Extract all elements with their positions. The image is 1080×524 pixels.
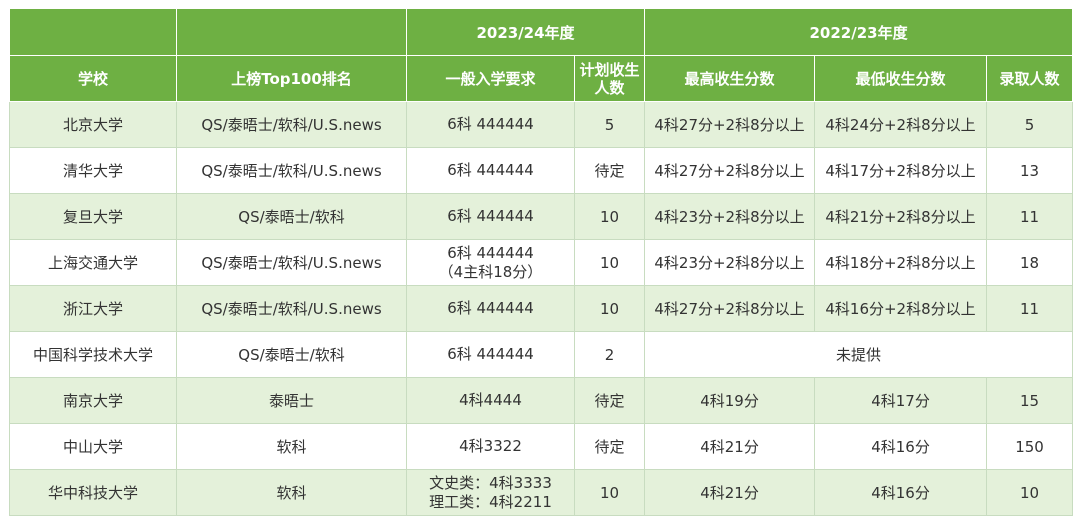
table-row: 华中科技大学 软科 文史类：4科3333 理工类：4科2211 10 4科21分… [9, 469, 1074, 516]
col-header-plan-line2: 人数 [594, 78, 625, 97]
cell-school: 北京大学 [9, 101, 177, 148]
header-empty-cell [176, 8, 407, 56]
cell-admitted: 5 [986, 101, 1074, 148]
header-year-2023-24: 2023/24年度 [405, 8, 646, 56]
col-header-plan-line1: 计划收生 [579, 60, 640, 79]
cell-admitted: 13 [986, 147, 1074, 194]
col-header-school: 学校 [9, 55, 177, 102]
cell-requirement-line: 4科3322 [459, 437, 522, 455]
col-header-max-score: 最高收生分数 [644, 55, 816, 102]
table-row: 北京大学 QS/泰晤士/软科/U.S.news 6科 444444 5 4科27… [9, 101, 1074, 148]
cell-requirement-line: 理工类：4科2211 [429, 492, 552, 511]
cell-plan: 5 [573, 101, 646, 148]
cell-requirement: 文史类：4科3333 理工类：4科2211 [406, 469, 575, 516]
cell-admitted: 11 [986, 193, 1074, 240]
cell-min-score: 4科18分+2科8分以上 [814, 239, 988, 286]
cell-max-score: 4科27分+2科8分以上 [644, 147, 816, 194]
cell-admitted: 11 [986, 285, 1074, 332]
col-header-requirement: 一般入学要求 [406, 55, 575, 102]
cell-requirement: 6科 444444 [406, 101, 575, 148]
cell-ranking: 软科 [176, 469, 407, 516]
admission-table: 2023/24年度 2022/23年度 学校 上榜Top100排名 一般入学要求… [9, 8, 1074, 516]
cell-school: 浙江大学 [9, 285, 177, 332]
cell-requirement-line: 6科 444444 [447, 299, 534, 317]
cell-school: 南京大学 [9, 377, 177, 424]
cell-requirement: 4科3322 [406, 423, 575, 470]
cell-requirement-line: 6科 444444 [447, 115, 534, 133]
cell-not-provided: 未提供 [644, 331, 1074, 378]
cell-ranking: 泰晤士 [176, 377, 407, 424]
cell-min-score: 4科24分+2科8分以上 [814, 101, 988, 148]
cell-min-score: 4科16分 [814, 423, 988, 470]
table-row: 浙江大学 QS/泰晤士/软科/U.S.news 6科 444444 10 4科2… [9, 285, 1074, 332]
cell-max-score: 4科19分 [644, 377, 816, 424]
cell-school: 上海交通大学 [9, 239, 177, 286]
cell-requirement-line: （4主科18分） [438, 262, 543, 281]
cell-plan: 10 [573, 469, 646, 516]
header-empty-cell [9, 8, 177, 56]
cell-admitted: 150 [986, 423, 1074, 470]
cell-requirement-line: 4科4444 [459, 391, 522, 409]
table-row: 南京大学 泰晤士 4科4444 待定 4科19分 4科17分 15 [9, 377, 1074, 424]
cell-requirement: 6科 444444 （4主科18分） [406, 239, 575, 286]
table-row: 中山大学 软科 4科3322 待定 4科21分 4科16分 150 [9, 423, 1074, 470]
table-row: 复旦大学 QS/泰晤士/软科 6科 444444 10 4科23分+2科8分以上… [9, 193, 1074, 240]
cell-max-score: 4科21分 [644, 469, 816, 516]
cell-school: 复旦大学 [9, 193, 177, 240]
cell-ranking: 软科 [176, 423, 407, 470]
cell-requirement: 6科 444444 [406, 285, 575, 332]
cell-plan: 10 [573, 193, 646, 240]
cell-max-score: 4科27分+2科8分以上 [644, 101, 816, 148]
cell-requirement-line: 6科 444444 [447, 207, 534, 225]
cell-requirement: 6科 444444 [406, 193, 575, 240]
cell-plan: 待定 [573, 147, 646, 194]
cell-min-score: 4科21分+2科8分以上 [814, 193, 988, 240]
cell-requirement: 6科 444444 [406, 147, 575, 194]
table-row: 中国科学技术大学 QS/泰晤士/软科 6科 444444 2 未提供 [9, 331, 1074, 378]
table-row: 清华大学 QS/泰晤士/软科/U.S.news 6科 444444 待定 4科2… [9, 147, 1074, 194]
cell-max-score: 4科27分+2科8分以上 [644, 285, 816, 332]
cell-max-score: 4科23分+2科8分以上 [644, 239, 816, 286]
cell-school: 中山大学 [9, 423, 177, 470]
cell-requirement: 4科4444 [406, 377, 575, 424]
cell-school: 清华大学 [9, 147, 177, 194]
cell-requirement-line: 6科 444444 [447, 161, 534, 179]
cell-school: 中国科学技术大学 [9, 331, 177, 378]
header-group-row: 2023/24年度 2022/23年度 [9, 8, 1074, 56]
cell-requirement: 6科 444444 [406, 331, 575, 378]
cell-min-score: 4科16分+2科8分以上 [814, 285, 988, 332]
col-header-admitted: 录取人数 [986, 55, 1074, 102]
cell-plan: 10 [573, 285, 646, 332]
cell-plan: 2 [573, 331, 646, 378]
cell-max-score: 4科21分 [644, 423, 816, 470]
col-header-plan: 计划收生 人数 [573, 55, 646, 102]
cell-admitted: 18 [986, 239, 1074, 286]
cell-ranking: QS/泰晤士/软科/U.S.news [176, 101, 407, 148]
cell-requirement-line: 6科 444444 [447, 243, 534, 262]
col-header-ranking: 上榜Top100排名 [176, 55, 407, 102]
cell-plan: 10 [573, 239, 646, 286]
cell-plan: 待定 [573, 377, 646, 424]
cell-requirement-line: 文史类：4科3333 [429, 473, 552, 492]
header-columns-row: 学校 上榜Top100排名 一般入学要求 计划收生 人数 最高收生分数 最低收生… [9, 55, 1074, 102]
cell-admitted: 10 [986, 469, 1074, 516]
header-year-2022-23: 2022/23年度 [644, 8, 1074, 56]
col-header-min-score: 最低收生分数 [814, 55, 988, 102]
cell-min-score: 4科17分 [814, 377, 988, 424]
cell-min-score: 4科17分+2科8分以上 [814, 147, 988, 194]
cell-max-score: 4科23分+2科8分以上 [644, 193, 816, 240]
table-row: 上海交通大学 QS/泰晤士/软科/U.S.news 6科 444444 （4主科… [9, 239, 1074, 286]
cell-plan: 待定 [573, 423, 646, 470]
cell-ranking: QS/泰晤士/软科 [176, 331, 407, 378]
cell-admitted: 15 [986, 377, 1074, 424]
cell-min-score: 4科16分 [814, 469, 988, 516]
cell-requirement-line: 6科 444444 [447, 345, 534, 363]
cell-ranking: QS/泰晤士/软科/U.S.news [176, 285, 407, 332]
cell-school: 华中科技大学 [9, 469, 177, 516]
cell-ranking: QS/泰晤士/软科 [176, 193, 407, 240]
table-body: 北京大学 QS/泰晤士/软科/U.S.news 6科 444444 5 4科27… [9, 101, 1074, 516]
cell-ranking: QS/泰晤士/软科/U.S.news [176, 147, 407, 194]
cell-ranking: QS/泰晤士/软科/U.S.news [176, 239, 407, 286]
